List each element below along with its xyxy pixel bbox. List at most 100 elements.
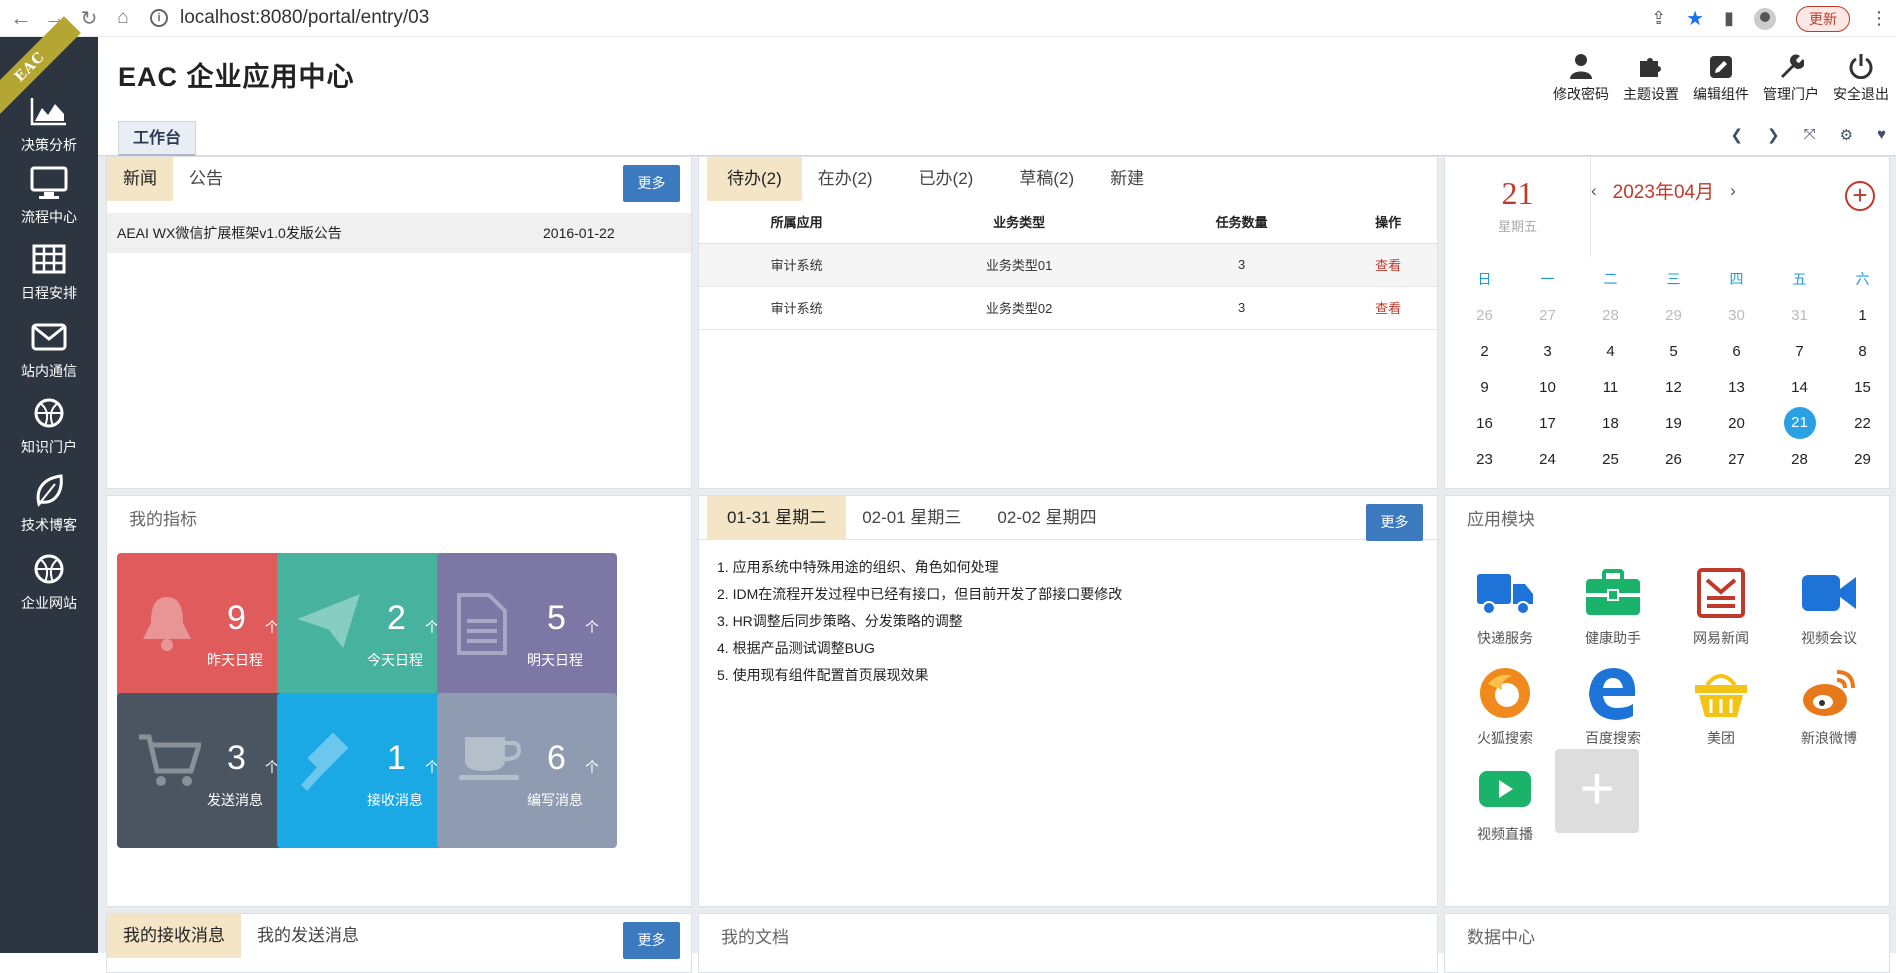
tab-in-progress[interactable]: 在办(2) (802, 157, 889, 201)
calendar-day-cell[interactable]: 1 (1831, 307, 1889, 324)
app-netease-news[interactable]: 网易新闻 (1671, 566, 1771, 648)
home-icon[interactable]: ⌂ (110, 5, 136, 31)
calendar-day-cell[interactable]: 19 (1642, 415, 1705, 432)
calendar-day-cell[interactable]: 5 (1642, 343, 1705, 360)
chevron-right-icon[interactable]: ❯ (1767, 126, 1780, 144)
view-link[interactable]: 查看 (1339, 243, 1437, 287)
calendar-day-cell[interactable]: 18 (1579, 415, 1642, 432)
list-item[interactable]: 4. 根据产品测试调整BUG (717, 635, 1419, 662)
calendar-day-cell[interactable]: 3 (1642, 487, 1705, 489)
address-bar[interactable]: i localhost:8080/portal/entry/03 (150, 7, 429, 29)
tab-day-3[interactable]: 02-02 星期四 (977, 496, 1112, 540)
calendar-day-cell[interactable]: 29 (1642, 307, 1705, 324)
list-item[interactable]: 2. IDM在流程开发过程中已经有接口，但目前开发了部接口要修改 (717, 581, 1419, 608)
add-app-button[interactable]: + (1555, 749, 1639, 833)
calendar-day-cell[interactable]: 28 (1768, 451, 1831, 468)
calendar-day-cell[interactable]: 26 (1453, 307, 1516, 324)
list-item[interactable]: 3. HR调整后同步策略、分发策略的调整 (717, 608, 1419, 635)
sidebar-item-process[interactable]: 流程中心 (0, 165, 98, 227)
sidebar-item-knowledge[interactable]: 知识门户 (0, 395, 98, 457)
calendar-day-cell[interactable]: 14 (1768, 379, 1831, 396)
calendar-day-cell[interactable]: 30 (1453, 487, 1516, 489)
theme-settings-button[interactable]: 主题设置 (1616, 45, 1686, 104)
app-weibo[interactable]: 新浪微博 (1779, 666, 1879, 748)
manage-portal-button[interactable]: 管理门户 (1756, 45, 1826, 104)
calendar-day-cell[interactable]: 4 (1705, 487, 1768, 489)
calendar-day-cell[interactable]: 1 (1516, 487, 1579, 489)
sidebar-item-website[interactable]: 企业网站 (0, 551, 98, 613)
sidebar-item-decision[interactable]: 决策分析 (0, 93, 98, 155)
tab-day-1[interactable]: 01-31 星期二 (707, 495, 847, 540)
app-live-video[interactable]: 视频直播 (1455, 762, 1555, 844)
profile-avatar[interactable] (1754, 7, 1776, 30)
metric-tile[interactable]: 9 个昨天日程 (117, 553, 297, 708)
tab-new[interactable]: 新建 (1090, 157, 1160, 201)
metric-tile[interactable]: 1 个接收消息 (277, 693, 457, 848)
next-month-icon[interactable]: › (1730, 181, 1736, 201)
calendar-day-cell[interactable]: 7 (1768, 343, 1831, 360)
app-express[interactable]: 快递服务 (1455, 566, 1555, 648)
calendar-day-cell[interactable]: 9 (1453, 379, 1516, 396)
calendar-day-cell[interactable]: 21 (1768, 407, 1831, 439)
calendar-day-cell[interactable]: 31 (1768, 307, 1831, 324)
calendar-day-cell[interactable]: 11 (1579, 379, 1642, 396)
news-title[interactable]: AEAI WX微信扩展框架v1.0发版公告 (117, 223, 543, 243)
calendar-day-cell[interactable]: 30 (1705, 307, 1768, 324)
calendar-day-cell[interactable]: 16 (1453, 415, 1516, 432)
calendar-day-cell[interactable]: 6 (1705, 343, 1768, 360)
list-item[interactable]: 5. 使用现有组件配置首页展现效果 (717, 662, 1419, 689)
reload-icon[interactable]: ↻ (76, 5, 102, 31)
calendar-day-cell[interactable]: 27 (1705, 451, 1768, 468)
calendar-day-cell[interactable]: 5 (1768, 487, 1831, 489)
site-info-icon[interactable]: i (150, 9, 168, 27)
news-more-button[interactable]: 更多 (623, 165, 680, 202)
back-icon[interactable]: ← (8, 5, 34, 31)
metric-tile[interactable]: 6 个编写消息 (437, 693, 617, 848)
messages-more-button[interactable]: 更多 (623, 922, 680, 959)
tab-announcement[interactable]: 公告 (173, 157, 239, 201)
calendar-day-cell[interactable]: 10 (1516, 379, 1579, 396)
calendar-day-cell[interactable]: 8 (1831, 343, 1889, 360)
fullscreen-icon[interactable]: ⤧ (1804, 126, 1816, 144)
calendar-day-cell[interactable]: 4 (1579, 343, 1642, 360)
metric-tile[interactable]: 3 个发送消息 (117, 693, 297, 848)
tab-done[interactable]: 已办(2) (889, 157, 990, 201)
calendar-day-cell[interactable]: 27 (1516, 307, 1579, 324)
calendar-day-cell[interactable]: 2 (1453, 343, 1516, 360)
calendar-day-cell[interactable]: 15 (1831, 379, 1889, 396)
tab-workspace[interactable]: 工作台 (118, 121, 197, 157)
calendar-day-cell[interactable]: 3 (1516, 343, 1579, 360)
calendar-day-cell[interactable]: 23 (1453, 451, 1516, 468)
tab-draft[interactable]: 草稿(2) (989, 157, 1090, 201)
chevron-left-icon[interactable]: ❮ (1730, 126, 1743, 144)
list-item[interactable]: AEAI WX微信扩展框架v1.0发版公告 2016-01-22 (107, 213, 691, 253)
metric-tile[interactable]: 5 个明天日程 (437, 553, 617, 708)
prev-month-icon[interactable]: ‹ (1591, 181, 1597, 201)
menu-icon[interactable]: ⋮ (1870, 8, 1888, 29)
logout-button[interactable]: 安全退出 (1826, 45, 1896, 104)
view-link[interactable]: 查看 (1339, 286, 1437, 330)
calendar-day-cell[interactable]: 22 (1831, 415, 1889, 432)
add-event-button[interactable]: + (1845, 181, 1875, 211)
update-button[interactable]: 更新 (1796, 5, 1850, 32)
calendar-day-cell[interactable]: 2 (1579, 487, 1642, 489)
edit-widget-button[interactable]: 编辑组件 (1686, 45, 1756, 104)
calendar-day-cell[interactable]: 17 (1516, 415, 1579, 432)
tab-news[interactable]: 新闻 (107, 157, 173, 201)
calendar-day-cell[interactable]: 24 (1516, 451, 1579, 468)
sidebar-item-schedule[interactable]: 日程安排 (0, 241, 98, 303)
sidebar-item-blog[interactable]: 技术博客 (0, 473, 98, 535)
tab-todo[interactable]: 待办(2) (707, 157, 802, 201)
app-meituan[interactable]: 美团 (1671, 666, 1771, 748)
calendar-day-cell[interactable]: 25 (1579, 451, 1642, 468)
calendar-day-cell[interactable]: 29 (1831, 451, 1889, 468)
gear-icon[interactable]: ⚙ (1840, 126, 1853, 144)
app-firefox-search[interactable]: 火狐搜索 (1455, 666, 1555, 748)
tab-day-2[interactable]: 02-01 星期三 (846, 496, 977, 540)
sidebar-item-mail[interactable]: 站内通信 (0, 319, 98, 381)
share-icon[interactable]: ⇪ (1651, 8, 1666, 29)
app-health[interactable]: 健康助手 (1563, 566, 1663, 648)
tab-received[interactable]: 我的接收消息 (107, 914, 241, 958)
change-password-button[interactable]: 修改密码 (1546, 45, 1616, 104)
heart-icon[interactable]: ♥ (1877, 126, 1886, 144)
